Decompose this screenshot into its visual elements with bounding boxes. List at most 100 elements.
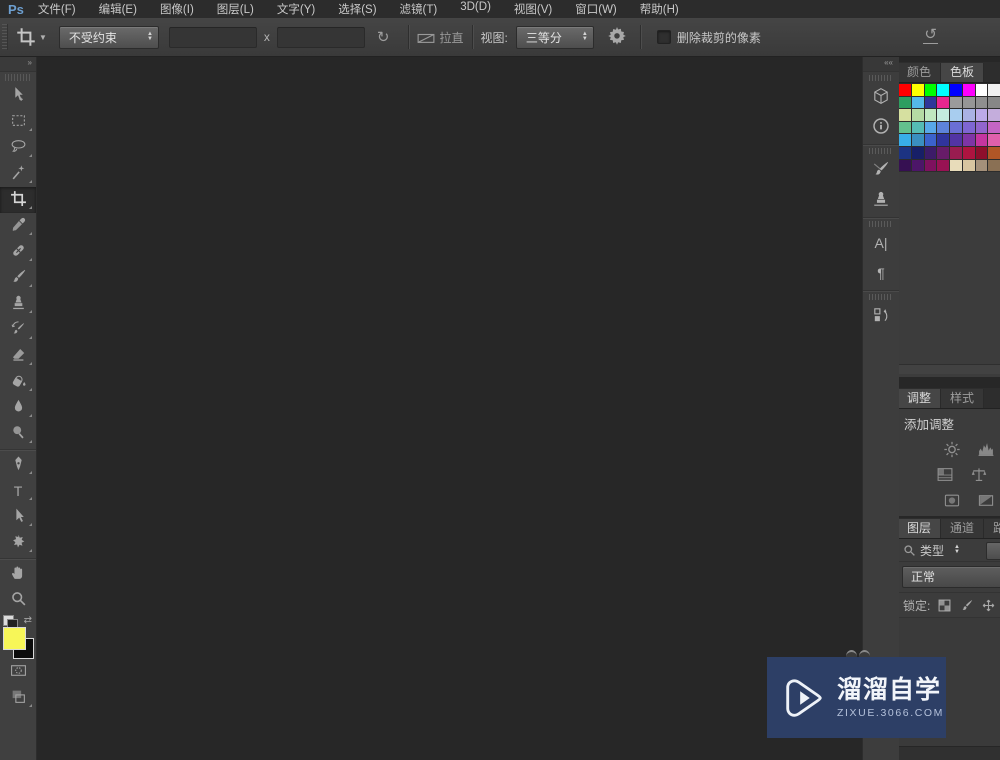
menu-image[interactable]: 图像(I) [160,1,194,17]
color-swatch[interactable] [950,109,962,121]
brush-tool[interactable] [0,265,36,291]
color-swatch[interactable] [924,96,937,109]
color-swatch[interactable] [911,84,924,96]
color-swatch[interactable] [975,121,988,134]
color-swatch[interactable] [924,146,937,159]
spot-healing-brush-tool[interactable] [0,239,36,265]
eyedropper-tool[interactable] [0,213,36,239]
tab-adjustments[interactable]: 调整 [898,389,942,408]
color-swatch[interactable] [924,121,937,134]
options-bar-grip[interactable] [2,24,8,50]
expand-panels-chevron[interactable]: «« [863,56,899,72]
color-swatch[interactable] [924,84,937,96]
crop-overlay-dropdown[interactable]: 三等分 ▲ ▼ [515,25,594,49]
delete-cropped-pixels-checkbox[interactable] [656,30,671,44]
straighten-button[interactable]: 拉直 [417,29,464,46]
color-swatch[interactable] [937,84,949,96]
custom-shape-tool[interactable] [0,530,36,556]
color-swatch[interactable] [937,159,949,172]
brightness-contrast-adjustment-icon[interactable] [942,441,962,458]
layer-filter-value[interactable]: 类型 [920,542,944,559]
tools-panel-grip[interactable] [5,74,31,81]
color-swatch[interactable] [899,84,911,96]
color-swatch[interactable] [950,121,962,134]
lock-image-pixels-icon[interactable] [960,599,973,612]
color-swatch[interactable] [924,109,937,121]
filter-toggle-button[interactable] [986,542,1000,560]
tool-preset-picker[interactable]: ▼ [16,27,47,47]
color-swatch[interactable] [911,96,924,109]
type-tool[interactable]: T [0,478,36,504]
color-swatch[interactable] [911,134,924,146]
document-canvas[interactable] [37,56,862,760]
color-swatch[interactable] [950,146,962,159]
rectangular-marquee-tool[interactable] [0,109,36,135]
color-swatch[interactable] [937,96,949,109]
color-swatch[interactable] [975,159,988,172]
lock-position-icon[interactable] [982,599,995,612]
color-swatch[interactable] [962,96,975,109]
swap-dimensions-icon[interactable]: ↻ [377,28,390,46]
eraser-tool[interactable] [0,343,36,369]
crop-ratio-dropdown[interactable]: 不受约束 ▲ ▼ [58,25,159,49]
color-swatch[interactable] [911,121,924,134]
levels-adjustment-icon[interactable] [976,441,996,458]
blur-tool[interactable] [0,395,36,421]
color-swatch[interactable] [950,159,962,172]
color-swatch[interactable] [899,96,911,109]
tab-layers[interactable]: 图层 [898,519,942,538]
info-panel-button[interactable] [863,112,899,142]
color-swatch[interactable] [962,121,975,134]
gradient-map-adjustment-icon[interactable] [976,492,996,509]
color-swatch[interactable] [899,146,911,159]
menu-filter[interactable]: 滤镜(T) [400,1,438,17]
path-selection-tool[interactable] [0,504,36,530]
color-swatch[interactable] [975,109,988,121]
paragraph-panel-button[interactable]: ¶ [863,258,899,288]
color-swatch[interactable] [962,134,975,146]
history-brush-tool[interactable] [0,317,36,343]
color-swatch[interactable] [950,84,962,96]
crop-tool[interactable] [0,187,36,213]
color-swatch[interactable] [962,84,975,96]
color-swatch[interactable] [962,159,975,172]
color-swatch[interactable] [988,146,1000,159]
photo-filter-adjustment-icon[interactable] [942,492,962,509]
menu-edit[interactable]: 编辑(E) [99,1,137,17]
dock-grip[interactable] [869,294,893,300]
color-swatch[interactable] [950,96,962,109]
gradient-tool[interactable] [0,369,36,395]
color-swatch[interactable] [911,109,924,121]
color-swatch[interactable] [950,134,962,146]
dock-grip[interactable] [869,148,893,154]
lasso-tool[interactable] [0,135,36,161]
color-swatch[interactable] [988,96,1000,109]
color-swatch[interactable] [975,96,988,109]
color-swatch[interactable] [899,121,911,134]
zoom-tool[interactable] [0,587,36,613]
brush-presets-panel-button[interactable] [863,155,899,185]
dodge-tool[interactable] [0,421,36,447]
color-swatch[interactable] [975,146,988,159]
3d-panel-button[interactable] [863,82,899,112]
quick-selection-tool[interactable] [0,161,36,187]
color-swatch[interactable] [988,134,1000,146]
layer-comps-panel-button[interactable] [863,301,899,331]
color-swatch[interactable] [962,109,975,121]
menu-help[interactable]: 帮助(H) [640,1,679,17]
menu-layer[interactable]: 图层(L) [217,1,254,17]
dock-grip[interactable] [869,221,893,227]
clone-stamp-tool[interactable] [0,291,36,317]
color-swatch[interactable] [924,134,937,146]
exposure-adjustment-icon[interactable] [935,466,955,483]
tab-swatches[interactable]: 色板 [941,63,985,82]
color-swatch[interactable] [975,134,988,146]
default-colors-icon[interactable] [3,615,18,630]
dock-grip[interactable] [869,75,893,81]
color-swatch[interactable] [962,146,975,159]
tab-color[interactable]: 颜色 [898,63,942,82]
tab-channels[interactable]: 通道 [941,519,985,538]
color-swatch[interactable] [988,121,1000,134]
menu-type[interactable]: 文字(Y) [277,1,315,17]
color-swatch[interactable] [937,109,949,121]
